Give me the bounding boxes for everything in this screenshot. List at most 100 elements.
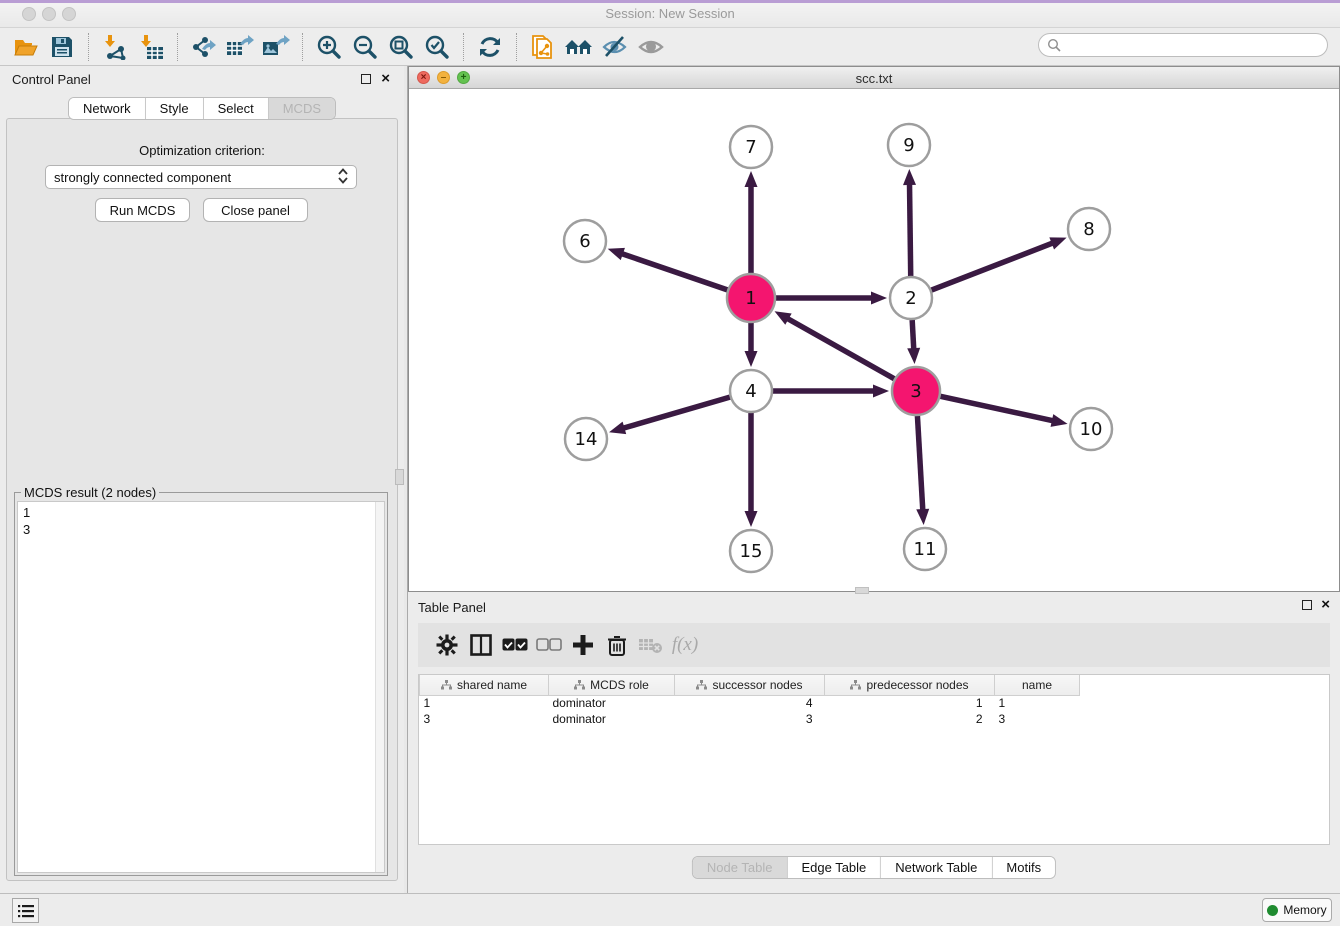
memory-label: Memory (1283, 903, 1326, 917)
graph-arrowhead-1-7 (745, 171, 758, 187)
task-history-button[interactable] (12, 898, 39, 923)
graph-edge-3-10[interactable] (940, 396, 1053, 421)
table-panel-title: Table Panel (418, 600, 486, 615)
float-table-panel-icon[interactable] (1302, 600, 1312, 610)
deselect-all-icon[interactable] (532, 630, 566, 660)
status-bar: Memory (0, 893, 1340, 926)
tab-mcds[interactable]: MCDS (269, 98, 335, 119)
first-neighbors-icon[interactable] (564, 32, 594, 62)
graph-edge-1-6[interactable] (621, 253, 727, 290)
optimization-criterion-label: Optimization criterion: (7, 143, 397, 158)
window-title: Session: New Session (0, 6, 1340, 21)
search-icon (1047, 38, 1061, 52)
graph-arrowhead-2-9 (903, 169, 916, 185)
search-input[interactable] (1061, 36, 1327, 54)
column-label: successor nodes (712, 678, 802, 692)
graph-arrowhead-4-3 (873, 385, 889, 398)
node-table[interactable]: shared name MCDS role successor nodes prede… (418, 674, 1330, 845)
zoom-out-icon[interactable] (350, 32, 380, 62)
apply-layout-icon[interactable] (475, 32, 505, 62)
hide-selected-icon[interactable] (600, 32, 630, 62)
float-panel-icon[interactable] (361, 74, 371, 84)
horizontal-splitter-grip[interactable] (855, 587, 869, 594)
export-table-icon[interactable] (225, 32, 255, 62)
graph-edge-3-11[interactable] (917, 416, 922, 511)
add-column-icon[interactable] (566, 630, 600, 660)
column-label: shared name (457, 678, 527, 692)
table-panel-tabs: Node TableEdge TableNetwork TableMotifs (692, 856, 1056, 879)
search-box[interactable] (1038, 33, 1328, 57)
graph-edge-2-8[interactable] (932, 243, 1054, 290)
column-header-MCDS-role[interactable]: MCDS role (549, 675, 675, 695)
table-cell[interactable]: 4 (675, 695, 825, 711)
delete-column-trash-icon[interactable] (600, 630, 634, 660)
close-panel-icon[interactable]: × (381, 70, 390, 87)
table-cell[interactable]: dominator (549, 695, 675, 711)
table-row[interactable]: 3dominator323 (420, 711, 1080, 727)
run-mcds-button[interactable]: Run MCDS (95, 198, 190, 222)
graph-node-label-9: 9 (903, 135, 914, 156)
graph-edge-3-1[interactable] (787, 318, 895, 379)
column-header-name[interactable]: name (995, 675, 1080, 695)
vertical-splitter-grip[interactable] (395, 469, 404, 485)
tab-network[interactable]: Network (69, 98, 146, 119)
table-row[interactable]: 1dominator411 (420, 695, 1080, 711)
save-session-icon[interactable] (47, 32, 77, 62)
table-cell[interactable]: dominator (549, 711, 675, 727)
show-columns-icon[interactable] (464, 630, 498, 660)
tab-node-table[interactable]: Node Table (693, 857, 788, 878)
graph-node-label-10: 10 (1080, 419, 1103, 440)
graph-edge-4-14[interactable] (622, 397, 729, 428)
toolbar-separator (177, 33, 178, 61)
memory-button[interactable]: Memory (1262, 898, 1332, 922)
import-table-icon[interactable] (136, 32, 166, 62)
mcds-result-group: MCDS result (2 nodes) 1 3 (14, 492, 388, 876)
column-type-icon (696, 680, 707, 690)
graph-node-label-8: 8 (1083, 219, 1094, 240)
table-cell[interactable]: 1 (420, 695, 549, 711)
tab-style[interactable]: Style (146, 98, 204, 119)
graph-edge-2-9[interactable] (909, 183, 910, 276)
table-settings-gear-icon[interactable] (430, 630, 464, 660)
zoom-in-icon[interactable] (314, 32, 344, 62)
zoom-selected-icon[interactable] (422, 32, 452, 62)
table-cell[interactable]: 3 (995, 711, 1080, 727)
column-header-predecessor-nodes[interactable]: predecessor nodes (825, 675, 995, 695)
tab-edge-table[interactable]: Edge Table (787, 857, 881, 878)
criterion-dropdown[interactable]: strongly connected component (45, 165, 357, 189)
table-cell[interactable]: 3 (675, 711, 825, 727)
tab-motifs[interactable]: Motifs (992, 857, 1055, 878)
control-panel-tabs: NetworkStyleSelectMCDS (68, 97, 336, 120)
graph-edge-2-3[interactable] (912, 320, 914, 350)
zoom-fit-icon[interactable] (386, 32, 416, 62)
export-image-icon[interactable] (261, 32, 291, 62)
close-table-panel-icon[interactable]: × (1321, 596, 1330, 613)
memory-status-icon (1267, 905, 1278, 916)
network-canvas[interactable]: 1234678910111415 (409, 89, 1339, 591)
table-cell[interactable]: 1 (995, 695, 1080, 711)
clone-network-icon[interactable] (528, 32, 558, 62)
toolbar-separator (302, 33, 303, 61)
function-builder-icon: f(x) (668, 630, 702, 660)
show-hidden-icon[interactable] (636, 32, 666, 62)
tab-network-table[interactable]: Network Table (881, 857, 992, 878)
column-header-successor-nodes[interactable]: successor nodes (675, 675, 825, 695)
column-header-shared-name[interactable]: shared name (420, 675, 549, 695)
import-network-icon[interactable] (100, 32, 130, 62)
toolbar-separator (463, 33, 464, 61)
export-network-icon[interactable] (189, 32, 219, 62)
table-cell[interactable]: 2 (825, 711, 995, 727)
graph-arrowhead-2-3 (907, 348, 920, 364)
close-panel-button[interactable]: Close panel (203, 198, 308, 222)
mcds-result-text[interactable]: 1 3 (17, 501, 385, 873)
table-cell[interactable]: 1 (825, 695, 995, 711)
graph-node-label-1: 1 (745, 288, 756, 309)
control-panel-header: Control Panel × (0, 66, 404, 92)
column-label: predecessor nodes (866, 678, 968, 692)
open-file-icon[interactable] (11, 32, 41, 62)
tab-select[interactable]: Select (204, 98, 269, 119)
result-scrollbar[interactable] (375, 502, 384, 872)
select-all-icon[interactable] (498, 630, 532, 660)
table-cell[interactable]: 3 (420, 711, 549, 727)
criterion-dropdown-value: strongly connected component (54, 170, 231, 185)
